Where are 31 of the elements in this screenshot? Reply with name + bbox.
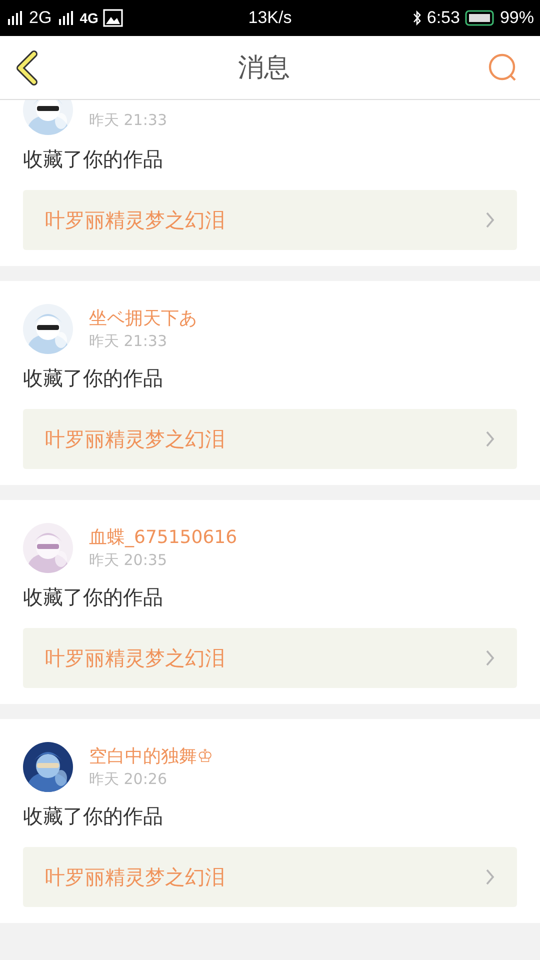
message-text: 收藏了你的作品: [23, 803, 164, 830]
user-name[interactable]: 坐ベ拥天下あ: [89, 307, 197, 331]
network-label: 2G: [29, 8, 52, 28]
chevron-icon: [485, 649, 495, 667]
signal-icon: [56, 11, 75, 25]
timestamp: 昨天 20:35: [89, 550, 168, 570]
work-link[interactable]: 叶罗丽精灵梦之幻泪: [23, 409, 517, 469]
signal-icon: [6, 11, 24, 25]
chevron-icon: [485, 430, 495, 448]
chevron-icon: [485, 868, 495, 886]
bluetooth-icon: [412, 9, 422, 27]
network-speed: 13K/s: [248, 8, 292, 28]
chevron-icon: [485, 211, 495, 229]
message-text: 收藏了你的作品: [23, 365, 164, 392]
work-link[interactable]: 叶罗丽精灵梦之幻泪: [23, 628, 517, 688]
timestamp: 昨天 20:26: [89, 769, 168, 789]
timestamp: 昨天 21:33: [89, 110, 167, 130]
battery-icon: [464, 10, 495, 26]
back-icon[interactable]: [14, 50, 40, 86]
battery-percent: 99%: [500, 8, 534, 28]
network-label: 4G: [80, 10, 98, 26]
message-text: 收藏了你的作品: [23, 146, 164, 173]
work-link[interactable]: 叶罗丽精灵梦之幻泪: [23, 190, 517, 250]
timestamp: 昨天 21:33: [89, 331, 168, 351]
user-name[interactable]: 空白中的独舞♔: [89, 745, 214, 769]
clock: 6:53: [426, 8, 460, 28]
image-icon: [103, 9, 124, 27]
page-title: 消息: [238, 52, 290, 85]
message-text: 收藏了你的作品: [23, 584, 164, 611]
user-name[interactable]: 血蝶_675150616: [89, 526, 238, 550]
work-link[interactable]: 叶罗丽精灵梦之幻泪: [23, 847, 517, 907]
